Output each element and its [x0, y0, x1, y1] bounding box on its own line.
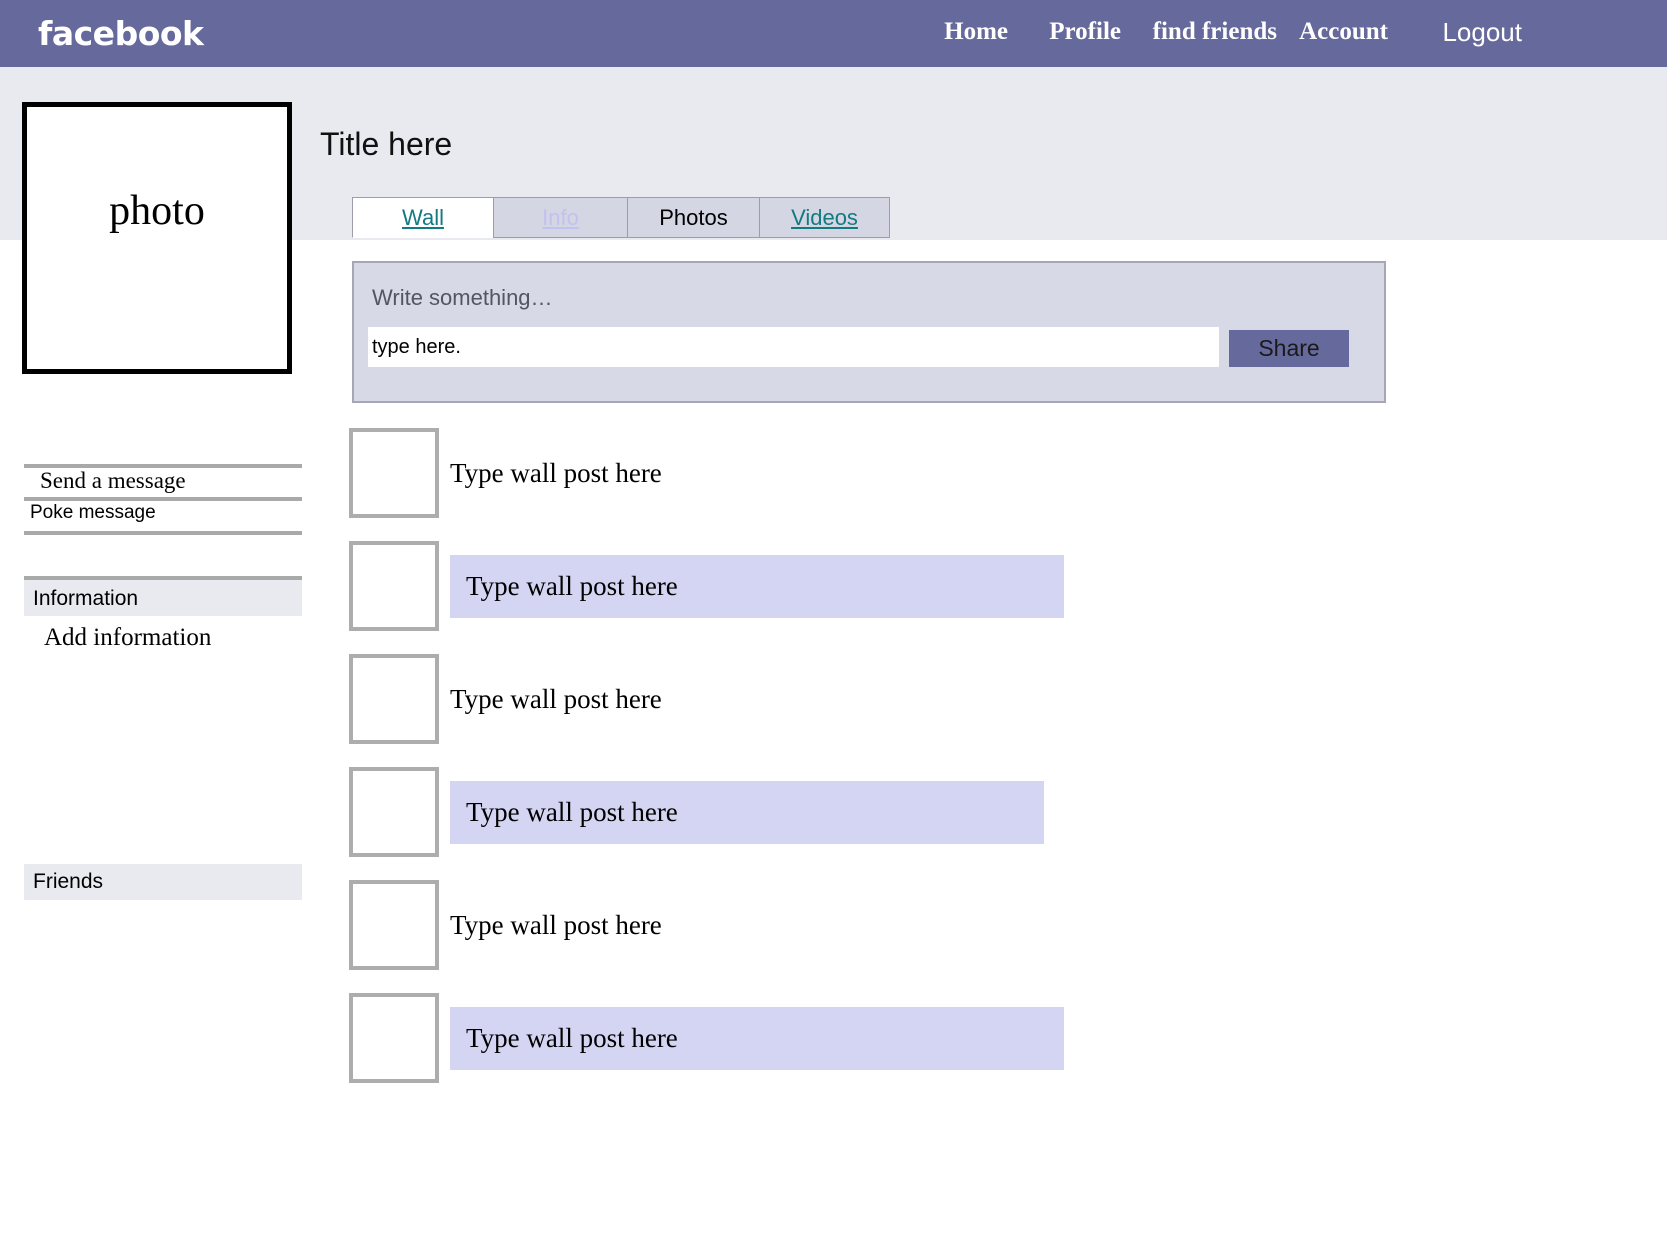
nav-link-home[interactable]: Home	[944, 18, 1008, 46]
tab-info-label: Info	[542, 204, 579, 230]
wall-post-row: Type wall post here	[349, 428, 1649, 541]
wall-post-body: Type wall post here	[450, 555, 1064, 618]
wall-post-list: Type wall post here Type wall post here Ty…	[349, 428, 1649, 1106]
sidebar-section-information: Information	[24, 576, 302, 616]
tab-videos[interactable]: Videos	[759, 197, 890, 238]
tab-info[interactable]: Info	[493, 197, 627, 238]
wall-post-body: Type wall post here	[450, 781, 1044, 844]
sidebar-add-information-link[interactable]: Add information	[44, 624, 211, 652]
tab-photos[interactable]: Photos	[627, 197, 759, 238]
wall-post-body: Type wall post here	[450, 1007, 1064, 1070]
tab-wall[interactable]: Wall	[352, 197, 493, 238]
wall-post-text: Type wall post here	[466, 1023, 678, 1053]
sidebar-section-friends-label: Friends	[33, 870, 104, 893]
nav-link-find-friends[interactable]: find friends	[1153, 18, 1277, 46]
wall-post-row: Type wall post here	[349, 880, 1649, 993]
sidebar-section-information-label: Information	[33, 587, 139, 610]
wall-post-avatar-placeholder[interactable]	[349, 993, 439, 1083]
wall-post-text: Type wall post here	[450, 458, 662, 488]
sidebar-divider-middle	[24, 497, 302, 501]
tab-wall-label: Wall	[402, 204, 444, 230]
wall-post-body: Type wall post here	[450, 668, 662, 731]
wall-post-body: Type wall post here	[450, 442, 662, 505]
wall-post-avatar-placeholder[interactable]	[349, 428, 439, 518]
wall-post-avatar-placeholder[interactable]	[349, 654, 439, 744]
nav-link-logout[interactable]: Logout	[1442, 17, 1522, 48]
sidebar-divider-bottom	[24, 531, 302, 535]
nav-link-account[interactable]: Account	[1299, 18, 1388, 46]
wall-post-row: Type wall post here	[349, 541, 1649, 654]
profile-photo-label: photo	[109, 188, 205, 234]
profile-photo-placeholder[interactable]: photo	[22, 102, 292, 374]
share-button[interactable]: Share	[1229, 330, 1349, 367]
wall-post-text: Type wall post here	[450, 684, 662, 714]
facebook-logo[interactable]: facebook	[38, 14, 204, 53]
wall-post-avatar-placeholder[interactable]	[349, 880, 439, 970]
tab-videos-label: Videos	[791, 204, 858, 230]
top-navigation-bar: facebook Home Profile find friends Accou…	[0, 0, 1667, 67]
post-composer: Write something… Share	[352, 261, 1386, 403]
wall-post-text: Type wall post here	[466, 797, 678, 827]
wall-post-row: Type wall post here	[349, 993, 1649, 1106]
wall-post-row: Type wall post here	[349, 654, 1649, 767]
wall-post-text: Type wall post here	[466, 571, 678, 601]
wall-post-avatar-placeholder[interactable]	[349, 541, 439, 631]
profile-tabs: Wall Info Photos Videos	[352, 197, 890, 238]
wall-post-avatar-placeholder[interactable]	[349, 767, 439, 857]
wall-post-body: Type wall post here	[450, 894, 662, 957]
page-title: Title here	[320, 126, 453, 162]
composer-text-input[interactable]	[368, 327, 1219, 367]
wall-post-text: Type wall post here	[450, 910, 662, 940]
sidebar-send-a-message[interactable]: Send a message	[40, 468, 186, 494]
sidebar-poke-message[interactable]: Poke message	[30, 502, 156, 524]
wall-post-row: Type wall post here	[349, 767, 1649, 880]
nav-link-profile[interactable]: Profile	[1049, 18, 1121, 46]
sidebar-section-friends: Friends	[24, 864, 302, 900]
tab-photos-label: Photos	[659, 204, 728, 230]
composer-prompt-label: Write something…	[372, 285, 553, 310]
